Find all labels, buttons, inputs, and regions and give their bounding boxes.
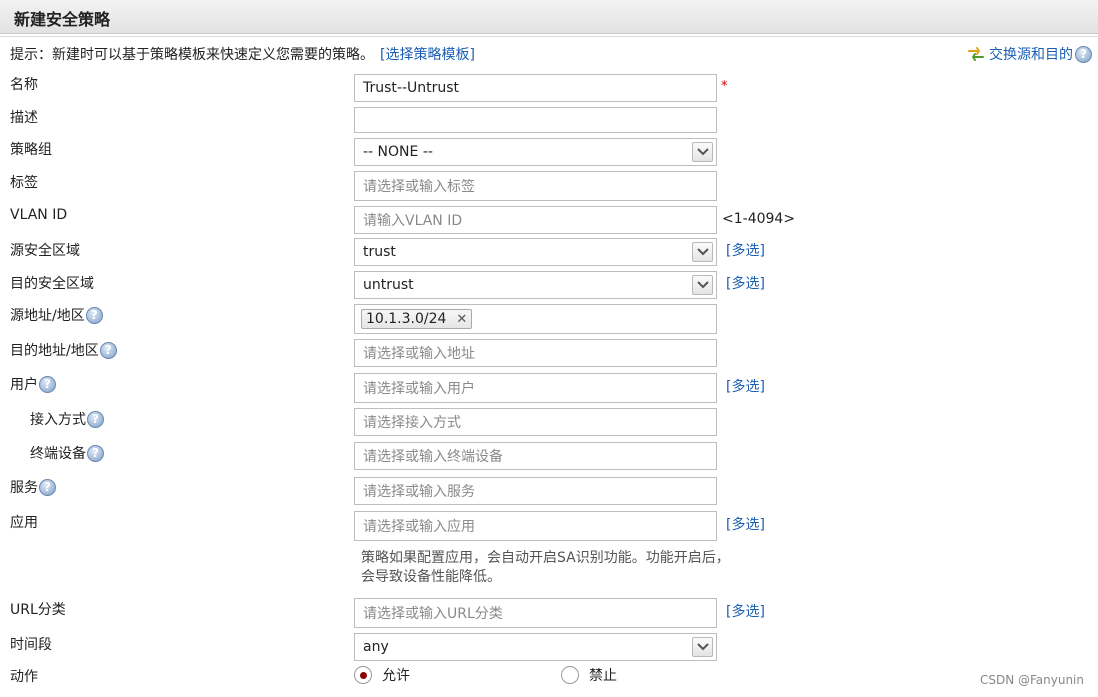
tag-input[interactable]: 请选择或输入标签 xyxy=(354,171,717,201)
help-icon[interactable]: ? xyxy=(87,444,104,462)
service-label-text: 服务 xyxy=(10,480,38,496)
service-label: 服务 ? xyxy=(10,477,56,497)
vlan-id-label: VLAN ID xyxy=(10,207,68,223)
required-mark: * xyxy=(721,79,728,94)
watermark: CSDN @Fanyunin xyxy=(979,673,1084,687)
application-input[interactable]: 请选择或输入应用 xyxy=(354,511,717,541)
time-range-label: 时间段 xyxy=(10,637,52,653)
radio-unselected-icon[interactable] xyxy=(561,666,579,684)
swap-source-destination[interactable]: 交换源和目的 ? xyxy=(967,44,1092,64)
time-range-select[interactable]: any xyxy=(354,633,717,661)
vlan-id-placeholder: 请输入VLAN ID xyxy=(363,213,463,229)
destination-address-placeholder: 请选择或输入地址 xyxy=(363,346,475,362)
user-label-text: 用户 xyxy=(10,377,38,393)
address-tag: 10.1.3.0/24 ✕ xyxy=(361,309,473,329)
source-address-label: 源地址/地区 ? xyxy=(10,305,103,325)
policy-group-label: 策略组 xyxy=(10,142,52,158)
source-zone-label: 源安全区域 xyxy=(10,243,80,259)
action-deny-label: 禁止 xyxy=(589,668,617,684)
url-category-input[interactable]: 请选择或输入URL分类 xyxy=(354,598,717,628)
help-icon[interactable]: ? xyxy=(87,410,104,428)
source-address-input[interactable]: 10.1.3.0/24 ✕ xyxy=(354,304,717,334)
access-mode-input[interactable]: 请选择接入方式 xyxy=(354,408,717,436)
description-input[interactable] xyxy=(354,107,717,133)
access-mode-label-text: 接入方式 xyxy=(30,412,86,428)
name-value: Trust--Untrust xyxy=(363,80,460,96)
help-icon[interactable]: ? xyxy=(99,341,117,359)
terminal-device-label-text: 终端设备 xyxy=(30,446,86,462)
user-label: 用户 ? xyxy=(10,374,56,394)
chevron-down-icon[interactable] xyxy=(692,637,713,657)
action-deny-radio[interactable]: 禁止 xyxy=(561,665,617,685)
swap-arrows-icon xyxy=(968,47,984,61)
chevron-down-icon[interactable] xyxy=(692,275,713,295)
select-template-link[interactable]: [选择策略模板] xyxy=(380,47,475,63)
user-input[interactable]: 请选择或输入用户 xyxy=(354,373,717,403)
destination-zone-label: 目的安全区域 xyxy=(10,276,94,292)
tag-placeholder: 请选择或输入标签 xyxy=(363,179,475,195)
action-permit-radio[interactable]: 允许 xyxy=(354,665,410,685)
tag-label: 标签 xyxy=(10,175,38,191)
terminal-device-placeholder: 请选择或输入终端设备 xyxy=(363,449,503,465)
application-note: 策略如果配置应用，会自动开启SA识别功能。功能开启后，会导致设备性能降低。 xyxy=(361,550,730,585)
terminal-device-label: 终端设备 ? xyxy=(30,443,104,463)
policy-group-select[interactable]: -- NONE -- xyxy=(354,138,717,166)
name-label: 名称 xyxy=(10,77,38,93)
radio-selected-icon[interactable] xyxy=(354,666,372,684)
page-title: 新建安全策略 xyxy=(14,10,111,29)
url-category-multi-link[interactable]: [多选] xyxy=(726,601,765,621)
address-tag-text: 10.1.3.0/24 xyxy=(366,311,447,327)
destination-zone-select[interactable]: untrust xyxy=(354,271,717,299)
url-category-placeholder: 请选择或输入URL分类 xyxy=(363,606,503,622)
chevron-down-icon[interactable] xyxy=(692,142,713,162)
policy-group-value: -- NONE -- xyxy=(363,144,433,160)
hint-text: 提示：新建时可以基于策略模板来快速定义您需要的策略。 [选择策略模板] xyxy=(10,44,475,64)
name-input[interactable]: Trust--Untrust xyxy=(354,74,717,102)
source-zone-select[interactable]: trust xyxy=(354,238,717,266)
service-placeholder: 请选择或输入服务 xyxy=(363,484,475,500)
destination-address-label: 目的地址/地区 ? xyxy=(10,340,117,360)
time-range-value: any xyxy=(363,639,389,655)
source-address-label-text: 源地址/地区 xyxy=(10,308,85,324)
vlan-id-input[interactable]: 请输入VLAN ID xyxy=(354,206,717,234)
destination-zone-value: untrust xyxy=(363,277,414,293)
destination-zone-multi-link[interactable]: [多选] xyxy=(726,273,765,293)
action-label: 动作 xyxy=(10,669,38,685)
swap-label: 交换源和目的 xyxy=(989,47,1073,63)
divider xyxy=(0,36,1098,37)
terminal-device-input[interactable]: 请选择或输入终端设备 xyxy=(354,442,717,470)
access-mode-label: 接入方式 ? xyxy=(30,409,104,429)
vlan-range-hint: <1-4094> xyxy=(722,211,796,227)
destination-address-input[interactable]: 请选择或输入地址 xyxy=(354,339,717,367)
url-category-label: URL分类 xyxy=(10,602,66,618)
source-zone-value: trust xyxy=(363,244,396,260)
application-label: 应用 xyxy=(10,515,38,531)
close-icon[interactable]: ✕ xyxy=(456,312,467,327)
user-placeholder: 请选择或输入用户 xyxy=(363,381,475,397)
service-input[interactable]: 请选择或输入服务 xyxy=(354,477,717,505)
application-multi-link[interactable]: [多选] xyxy=(726,514,765,534)
application-placeholder: 请选择或输入应用 xyxy=(363,519,475,535)
chevron-down-icon[interactable] xyxy=(692,242,713,262)
help-icon[interactable]: ? xyxy=(1075,45,1092,63)
help-icon[interactable]: ? xyxy=(39,478,56,496)
description-label: 描述 xyxy=(10,110,38,126)
hint-message: 提示：新建时可以基于策略模板来快速定义您需要的策略。 xyxy=(10,47,374,63)
access-mode-placeholder: 请选择接入方式 xyxy=(363,415,461,431)
user-multi-link[interactable]: [多选] xyxy=(726,376,765,396)
destination-address-label-text: 目的地址/地区 xyxy=(10,343,99,359)
help-icon[interactable]: ? xyxy=(39,375,56,393)
action-permit-label: 允许 xyxy=(382,668,410,684)
source-zone-multi-link[interactable]: [多选] xyxy=(726,240,765,260)
title-bar: 新建安全策略 xyxy=(0,0,1098,34)
help-icon[interactable]: ? xyxy=(85,306,103,324)
